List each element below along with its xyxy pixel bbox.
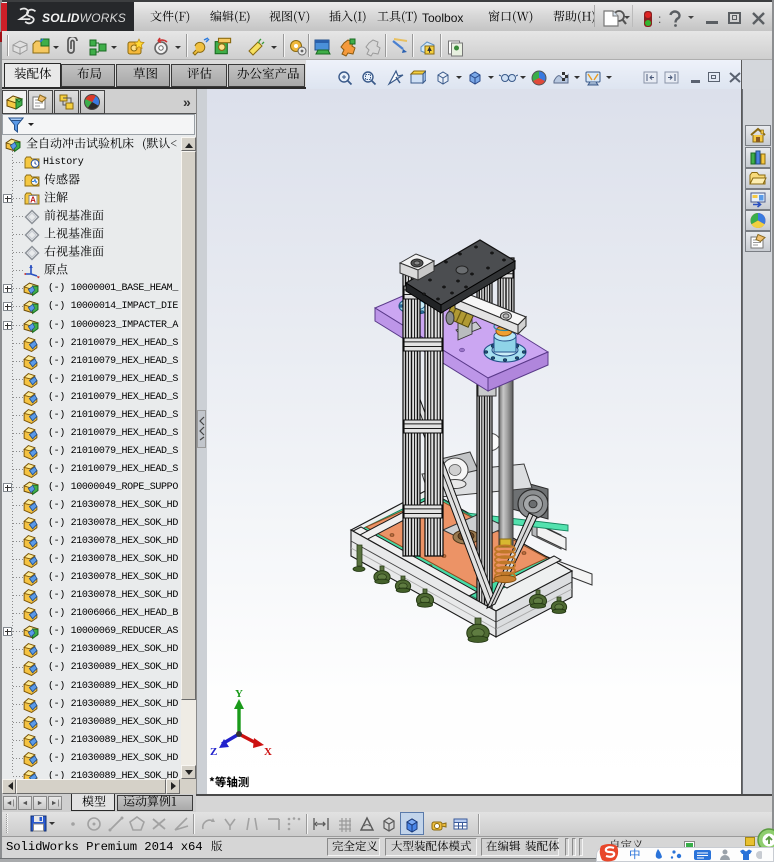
svg-text:Y: Y — [235, 688, 243, 700]
svg-text:A: A — [30, 196, 36, 205]
svg-text:Z: Z — [210, 746, 217, 758]
svg-text:X: X — [264, 746, 272, 758]
